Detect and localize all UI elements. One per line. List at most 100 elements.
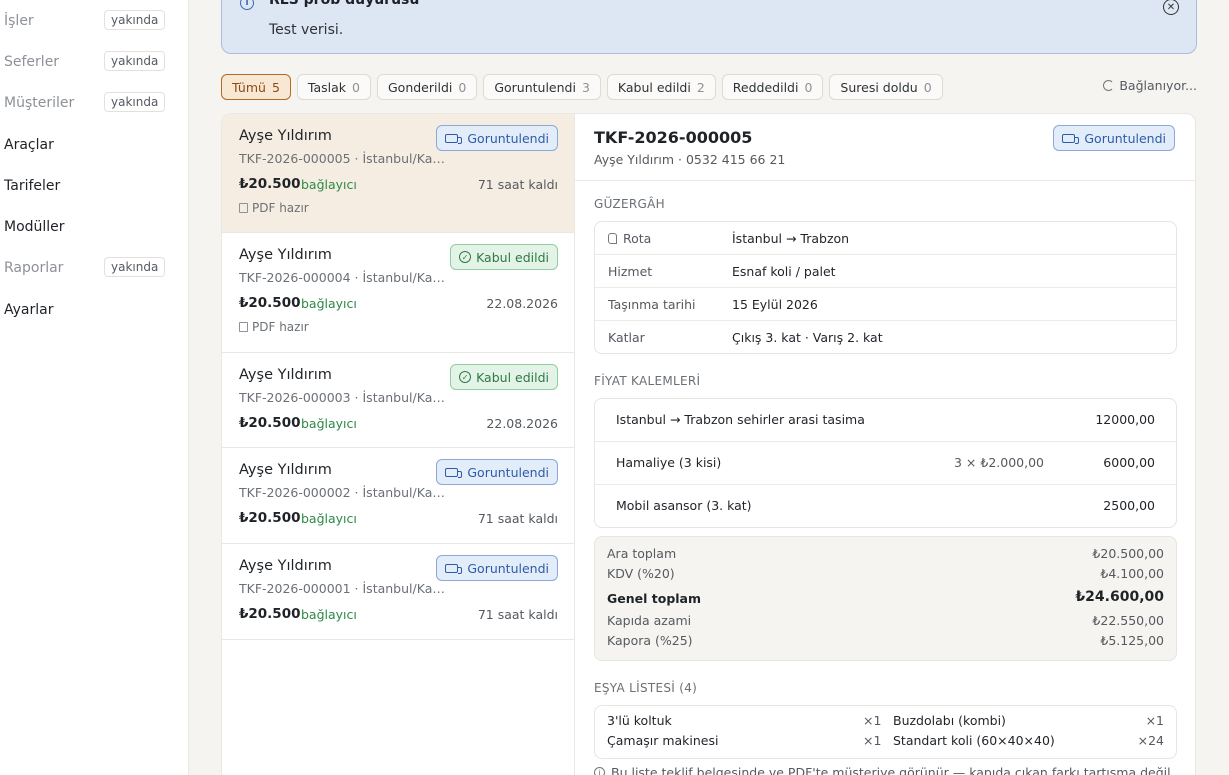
pdf-status: PDF hazır: [239, 201, 309, 215]
filter-label: Reddedildi: [732, 79, 799, 95]
sidebar-item-label: Modüller: [4, 219, 65, 235]
check-circle-icon: ✓: [459, 251, 472, 263]
price-items-table: Istanbul → Trabzon sehirler arasi tasima…: [594, 398, 1177, 528]
item-name: Çamaşır makinesi: [607, 733, 719, 748]
truck-icon: [1062, 133, 1080, 144]
filter-rejected[interactable]: Reddedildi 0: [721, 74, 824, 100]
total-label: Kapora (%25): [607, 633, 693, 648]
status-badge: Goruntulendi: [1053, 125, 1175, 151]
route-value: Çıkış 3. kat · Varış 2. kat: [732, 330, 883, 345]
sidebar-item-raporlar[interactable]: Raporlar: [4, 256, 63, 280]
route-table: Rota İstanbul → Trabzon Hizmet Esnaf kol…: [594, 221, 1177, 354]
binding-label: bağlayıcı: [301, 177, 357, 192]
pdf-status-label: PDF hazır: [252, 320, 309, 334]
truck-icon: [445, 133, 463, 144]
quote-card[interactable]: Ayşe Yıldırım Goruntulendi TKF-2026-0000…: [222, 544, 574, 640]
note-text: Bu liste teklif belgesinde ve PDF'te müş…: [611, 765, 1171, 775]
binding-label: bağlayıcı: [301, 607, 357, 622]
quote-ref: TKF-2026-000004 · İstanbul/Kadıköy: [239, 270, 449, 285]
price-row: Mobil asansor (3. kat) 2500,00: [595, 485, 1176, 528]
total-value: ₺22.550,00: [1092, 613, 1164, 628]
customer-name: Ayşe Yıldırım: [239, 367, 332, 383]
sidebar-item-isler[interactable]: İşler: [4, 9, 34, 33]
quote-card[interactable]: Ayşe Yıldırım Goruntulendi TKF-2026-0000…: [222, 448, 574, 544]
route-value: 15 Eylül 2026: [732, 297, 818, 312]
truck-icon: [445, 563, 463, 574]
total-label: Kapıda azami: [607, 613, 692, 628]
route-key-label: Rota: [623, 231, 652, 246]
route-icon: [608, 233, 617, 244]
route-value: Esnaf koli / palet: [732, 264, 836, 279]
sidebar-item-musteriler[interactable]: Müşteriler: [4, 91, 74, 115]
close-icon[interactable]: ✕: [1163, 0, 1179, 15]
total-row: Kapıda azami ₺22.550,00: [607, 613, 1164, 628]
customer-contact: Ayşe Yıldırım · 0532 415 66 21: [594, 152, 786, 167]
filter-viewed[interactable]: Goruntulendi 3: [483, 74, 601, 100]
item-qty: ×24: [1137, 733, 1164, 748]
totals-box: Ara toplam ₺20.500,00 KDV (%20) ₺4.100,00 …: [594, 536, 1177, 661]
sidebar-item-araclar[interactable]: Araçlar: [4, 133, 54, 157]
info-icon: i: [594, 767, 605, 775]
soon-badge: yakında: [104, 257, 166, 277]
item-qty: ×1: [863, 733, 882, 748]
status-badge: ✓ Kabul edildi: [450, 244, 558, 270]
announcement-title: RLS prob duyurusu: [269, 0, 420, 8]
customer-name: Ayşe Yıldırım: [239, 558, 332, 574]
filter-sent[interactable]: Gonderildi 0: [376, 74, 478, 100]
spinner-icon: [1103, 80, 1115, 91]
item-name: Buzdolabı (kombi): [893, 713, 1006, 728]
quote-number: TKF-2026-000005: [594, 128, 753, 147]
sidebar: İşler yakında Seferler yakında Müşterile…: [0, 0, 189, 775]
total-value: ₺4.100,00: [1100, 566, 1164, 581]
route-row: Katlar Çıkış 3. kat · Varış 2. kat: [595, 321, 1176, 354]
quote-validity: 22.08.2026: [486, 296, 558, 311]
quote-card[interactable]: Ayşe Yıldırım Goruntulendi TKF-2026-0000…: [222, 114, 574, 233]
status-badge: Goruntulendi: [436, 555, 558, 581]
total-label: KDV (%20): [607, 566, 675, 581]
items-list: 3'lü koltuk ×1 Buzdolabı (kombi) ×1 Çama…: [594, 705, 1177, 759]
quote-price: ₺20.500: [239, 176, 301, 192]
price-item-total: 12000,00: [1095, 412, 1155, 427]
route-value: İstanbul → Trabzon: [732, 231, 850, 246]
item-qty: ×1: [863, 713, 882, 728]
sidebar-item-tarifeler[interactable]: Tarifeler: [4, 174, 60, 198]
status-filter-bar: Tümü 5 Taslak 0 Gonderildi 0 Goruntulendi 3 …: [221, 74, 943, 100]
sidebar-item-ayarlar[interactable]: Ayarlar: [4, 298, 53, 322]
route-section-title: GÜZERGÂH: [594, 197, 665, 211]
total-row: KDV (%20) ₺4.100,00: [607, 566, 1164, 581]
price-item-total: 2500,00: [1103, 498, 1155, 513]
total-label: Ara toplam: [607, 546, 677, 561]
truck-icon: [445, 467, 463, 478]
items-section-title: EŞYA LİSTESİ (4): [594, 681, 698, 695]
pdf-status: PDF hazır: [239, 320, 309, 334]
quote-price: ₺20.500: [239, 295, 301, 311]
total-value: ₺24.600,00: [1075, 589, 1164, 605]
quote-card[interactable]: Ayşe Yıldırım ✓ Kabul edildi TKF-2026-000…: [222, 233, 574, 353]
filter-label: Suresi doldu: [840, 79, 918, 95]
filter-count: 3: [581, 79, 590, 95]
sidebar-item-label: Müşteriler: [4, 95, 75, 111]
sidebar-item-seferler[interactable]: Seferler: [4, 50, 59, 74]
quote-price: ₺20.500: [239, 606, 301, 622]
filter-accepted[interactable]: Kabul edildi 2: [606, 74, 716, 100]
filter-draft[interactable]: Taslak 0: [296, 74, 371, 100]
price-item-name: Mobil asansor (3. kat): [616, 498, 752, 513]
sidebar-item-label: Ayarlar: [4, 302, 54, 318]
announcement-banner: i RLS prob duyurusu Test verisi. ✕: [221, 0, 1197, 54]
filter-expired[interactable]: Suresi doldu 0: [829, 74, 943, 100]
quote-card[interactable]: Ayşe Yıldırım ✓ Kabul edildi TKF-2026-000…: [222, 353, 574, 448]
quote-price: ₺20.500: [239, 415, 301, 431]
binding-label: bağlayıcı: [301, 416, 357, 431]
quote-validity: 71 saat kaldı: [477, 511, 558, 526]
status-badge: Goruntulendi: [436, 459, 558, 485]
price-item-qty: 3 × ₺2.000,00: [954, 455, 1044, 470]
connection-status-text: Bağlanıyor...: [1119, 78, 1197, 93]
sidebar-item-label: Raporlar: [4, 260, 64, 276]
info-icon: i: [240, 0, 254, 10]
sidebar-item-moduller[interactable]: Modüller: [4, 215, 65, 239]
sidebar-item-label: Seferler: [4, 54, 60, 70]
items-visibility-note: i Bu liste teklif belgesinde ve PDF'te m…: [594, 765, 1171, 775]
customer-name: Ayşe Yıldırım: [239, 128, 332, 144]
quote-validity: 22.08.2026: [486, 416, 558, 431]
filter-all[interactable]: Tümü 5: [221, 74, 291, 100]
